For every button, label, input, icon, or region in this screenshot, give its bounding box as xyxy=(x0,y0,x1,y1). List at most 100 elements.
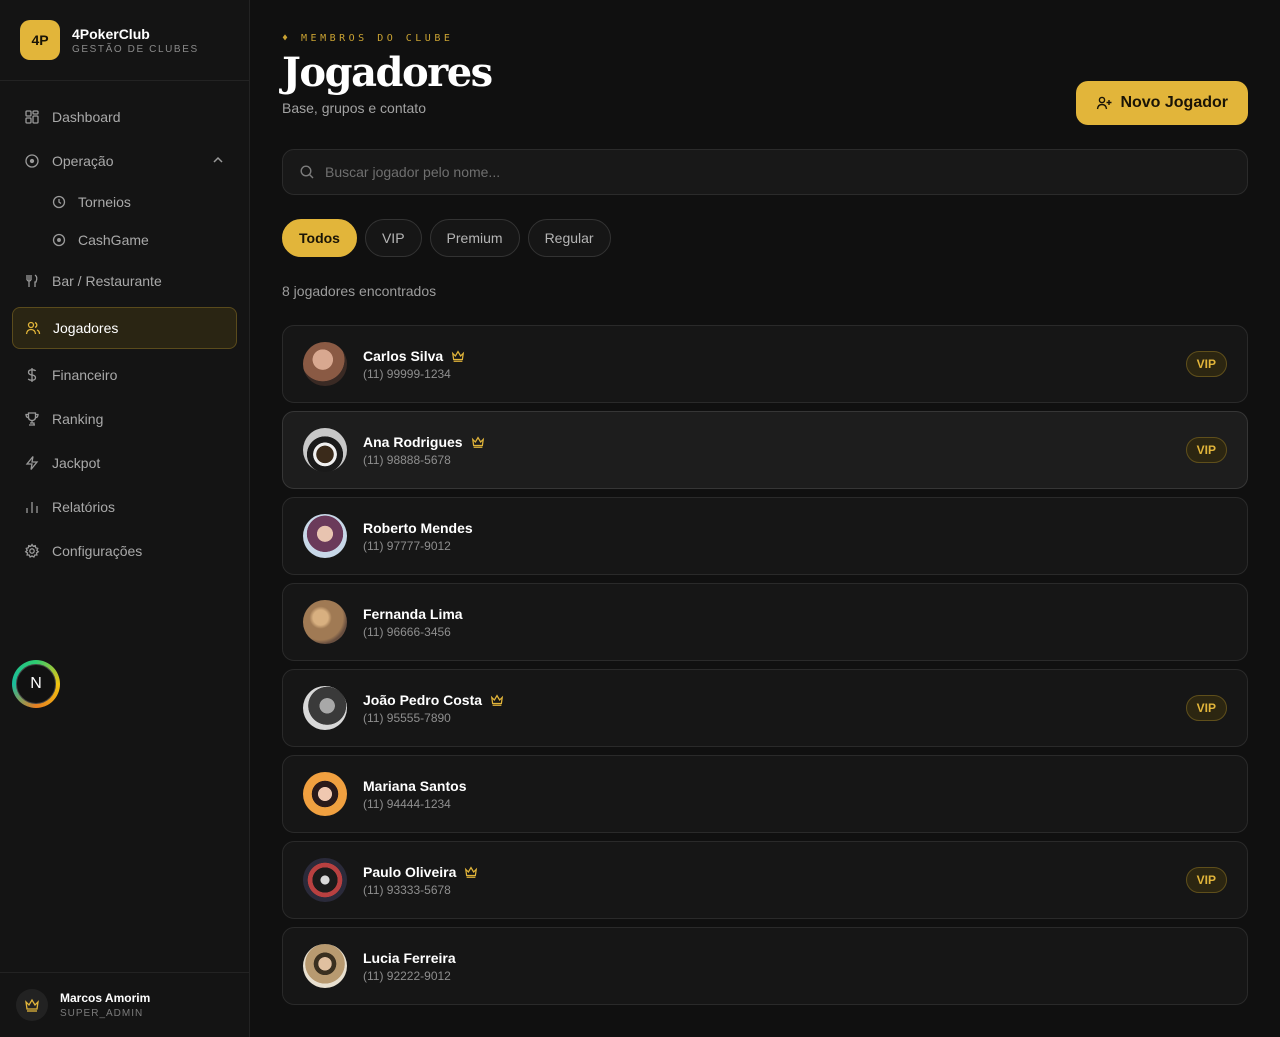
player-name-line: Ana Rodrigues xyxy=(363,434,485,450)
player-phone: (11) 92222-9012 xyxy=(363,968,451,983)
avatar xyxy=(303,772,347,816)
player-phone: (11) 98888-5678 xyxy=(363,452,451,467)
vip-badge: VIP xyxy=(1185,867,1227,893)
player-row[interactable]: Lucia Ferreira (11) 92222-9012 xyxy=(282,927,1248,1005)
player-row[interactable]: Ana Rodrigues (11) 98888-5678 VIP xyxy=(282,411,1248,489)
chevron-up-icon[interactable] xyxy=(211,153,225,167)
player-name: João Pedro Costa xyxy=(363,691,483,708)
trophy-icon xyxy=(24,411,40,427)
dev-tools-badge-letter: N xyxy=(16,664,56,704)
brand: 4P 4PokerClub GESTÃO DE CLUBES xyxy=(0,0,249,81)
brand-name: 4PokerClub xyxy=(72,25,150,42)
page-eyebrow: ♦ MEMBROS DO CLUBE xyxy=(282,33,454,44)
avatar xyxy=(303,600,347,644)
player-name-line: Mariana Santos xyxy=(363,778,466,794)
player-phone: (11) 95555-7890 xyxy=(363,710,451,725)
utensils-icon xyxy=(24,273,40,289)
player-phone: (11) 94444-1234 xyxy=(363,796,451,811)
avatar xyxy=(303,342,347,386)
player-row[interactable]: Mariana Santos (11) 94444-1234 xyxy=(282,755,1248,833)
sidebar-item-ranking[interactable]: Ranking xyxy=(0,397,249,441)
player-name: Carlos Silva xyxy=(363,347,444,364)
player-row[interactable]: Roberto Mendes (11) 97777-9012 xyxy=(282,497,1248,575)
sidebar-item-label: Dashboard xyxy=(52,109,121,125)
sidebar-item-bar[interactable]: Bar / Restaurante xyxy=(0,259,249,303)
sidebar-nav: Dashboard Operação Torneios CashGame Bar… xyxy=(0,81,249,573)
brand-subtitle: GESTÃO DE CLUBES xyxy=(72,43,199,55)
sidebar: 4P 4PokerClub GESTÃO DE CLUBES Dashboard… xyxy=(0,0,250,1037)
player-info: Mariana Santos (11) 94444-1234 xyxy=(363,778,466,811)
player-info: Ana Rodrigues (11) 98888-5678 xyxy=(363,434,485,467)
sidebar-item-configuracoes[interactable]: Configurações xyxy=(0,529,249,573)
player-info: Roberto Mendes (11) 97777-9012 xyxy=(363,520,473,553)
vip-badge: VIP xyxy=(1185,351,1227,377)
filter-todos[interactable]: Todos xyxy=(282,219,357,257)
new-player-button[interactable]: Novo Jogador xyxy=(1076,81,1248,125)
sidebar-subitem-torneios[interactable]: Torneios xyxy=(0,183,249,221)
sidebar-item-label: Torneios xyxy=(78,194,131,210)
results-count: 8 jogadores encontrados xyxy=(282,283,437,299)
brand-text: 4PokerClub GESTÃO DE CLUBES xyxy=(72,26,199,55)
crown-icon xyxy=(16,989,48,1021)
target-icon xyxy=(24,153,40,169)
player-name-line: Roberto Mendes xyxy=(363,520,473,536)
dollar-icon xyxy=(24,367,40,383)
player-name-line: João Pedro Costa xyxy=(363,692,504,708)
filter-vip[interactable]: VIP xyxy=(364,219,422,257)
search-box xyxy=(282,149,1248,195)
player-name: Ana Rodrigues xyxy=(363,433,463,450)
player-list: Carlos Silva (11) 99999-1234 VIP Ana Rod… xyxy=(282,325,1248,1013)
player-name: Lucia Ferreira xyxy=(363,949,456,966)
player-row[interactable]: Paulo Oliveira (11) 93333-5678 VIP xyxy=(282,841,1248,919)
search-icon xyxy=(299,164,315,180)
lightning-icon xyxy=(24,455,40,471)
user-role: SUPER_ADMIN xyxy=(60,1008,144,1019)
gear-icon xyxy=(24,543,40,559)
sidebar-subitem-cashgame[interactable]: CashGame xyxy=(0,221,249,259)
user-name: Marcos Amorim xyxy=(60,991,151,1005)
search-input[interactable] xyxy=(325,164,1205,180)
sidebar-item-relatorios[interactable]: Relatórios xyxy=(0,485,249,529)
vip-badge: VIP xyxy=(1185,437,1227,463)
vip-badge: VIP xyxy=(1185,695,1227,721)
filter-chips: Todos VIP Premium Regular xyxy=(282,219,611,257)
player-info: Carlos Silva (11) 99999-1234 xyxy=(363,348,465,381)
sidebar-item-label: Relatórios xyxy=(52,499,116,515)
sidebar-item-jackpot[interactable]: Jackpot xyxy=(0,441,249,485)
player-phone: (11) 96666-3456 xyxy=(363,624,451,639)
clock-icon xyxy=(52,195,66,209)
sidebar-item-financeiro[interactable]: Financeiro xyxy=(0,353,249,397)
player-info: Paulo Oliveira (11) 93333-5678 xyxy=(363,864,478,897)
avatar xyxy=(303,686,347,730)
player-name-line: Carlos Silva xyxy=(363,348,465,364)
player-info: João Pedro Costa (11) 95555-7890 xyxy=(363,692,504,725)
player-row[interactable]: Carlos Silva (11) 99999-1234 VIP xyxy=(282,325,1248,403)
brand-logo[interactable]: 4P xyxy=(20,20,60,60)
user-profile[interactable]: Marcos Amorim SUPER_ADMIN xyxy=(0,972,249,1037)
player-row[interactable]: João Pedro Costa (11) 95555-7890 VIP xyxy=(282,669,1248,747)
player-info: Lucia Ferreira (11) 92222-9012 xyxy=(363,950,456,983)
bar-chart-icon xyxy=(24,499,40,515)
target-icon xyxy=(52,233,66,247)
new-player-label: Novo Jogador xyxy=(1120,94,1228,111)
sidebar-item-jogadores[interactable]: Jogadores xyxy=(12,307,237,349)
user-text: Marcos Amorim SUPER_ADMIN xyxy=(60,991,150,1019)
player-name-line: Lucia Ferreira xyxy=(363,950,456,966)
player-row[interactable]: Fernanda Lima (11) 96666-3456 xyxy=(282,583,1248,661)
sidebar-item-label: Financeiro xyxy=(52,367,118,383)
avatar xyxy=(303,428,347,472)
crown-icon xyxy=(451,349,465,363)
user-plus-icon xyxy=(1096,95,1112,111)
player-info: Fernanda Lima (11) 96666-3456 xyxy=(363,606,463,639)
main-content: ♦ MEMBROS DO CLUBE Jogadores Base, grupo… xyxy=(282,0,1248,1005)
filter-regular[interactable]: Regular xyxy=(527,219,611,257)
filter-premium[interactable]: Premium xyxy=(429,219,520,257)
crown-icon xyxy=(471,435,485,449)
avatar xyxy=(303,858,347,902)
player-name-line: Fernanda Lima xyxy=(363,606,463,622)
sidebar-item-operacao[interactable]: Operação xyxy=(0,139,249,183)
dev-tools-badge[interactable]: N xyxy=(12,660,60,708)
sidebar-item-label: Configurações xyxy=(52,543,143,559)
crown-icon xyxy=(490,693,504,707)
sidebar-item-dashboard[interactable]: Dashboard xyxy=(0,95,249,139)
